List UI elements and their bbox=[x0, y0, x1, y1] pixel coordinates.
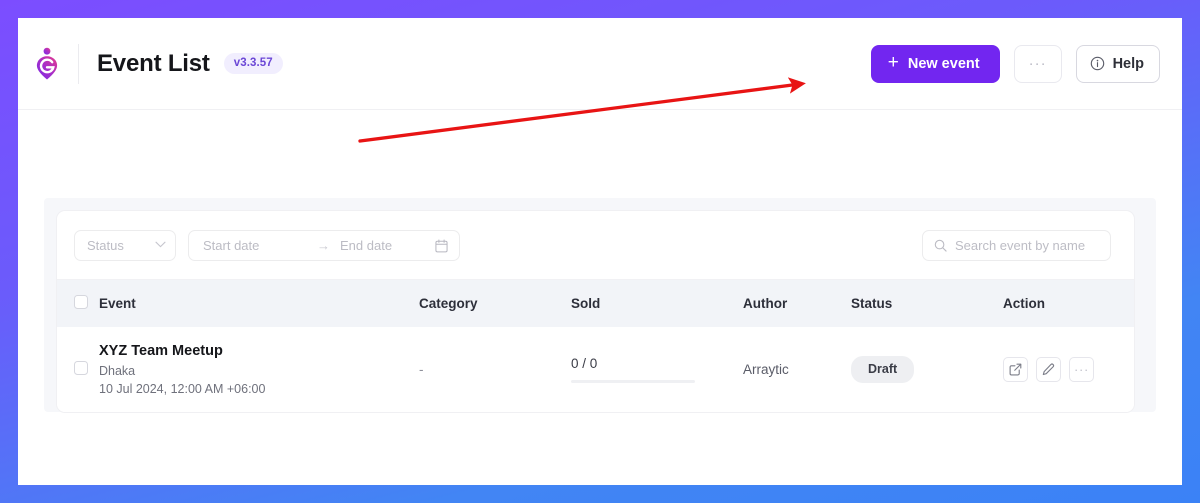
row-status-cell: Draft bbox=[851, 327, 1003, 412]
row-author-cell: Arraytic bbox=[743, 327, 851, 412]
version-badge: v3.3.57 bbox=[223, 53, 283, 74]
more-actions-button[interactable]: ··· bbox=[1069, 357, 1094, 382]
view-event-button[interactable] bbox=[1003, 357, 1028, 382]
action-buttons: ··· bbox=[1003, 357, 1134, 382]
event-list-card: Status Start date → End date Search even… bbox=[56, 210, 1135, 413]
select-all-checkbox[interactable] bbox=[74, 295, 88, 309]
row-checkbox[interactable] bbox=[74, 361, 88, 375]
event-author: Arraytic bbox=[743, 362, 789, 377]
row-category-cell: - bbox=[419, 327, 571, 412]
table-head: Event Category Sold Author Status Action bbox=[57, 280, 1134, 327]
status-badge: Draft bbox=[851, 356, 915, 383]
row-sold-cell: 0 / 0 bbox=[571, 327, 743, 412]
help-button[interactable]: Help bbox=[1075, 44, 1160, 83]
header-sold[interactable]: Sold bbox=[571, 280, 743, 327]
new-event-button[interactable]: + New event bbox=[870, 44, 1000, 83]
plus-icon: + bbox=[887, 52, 899, 73]
header-more-button[interactable]: ··· bbox=[1013, 44, 1062, 83]
search-input[interactable]: Search event by name bbox=[922, 230, 1111, 261]
brand-block: Event List v3.3.57 bbox=[18, 18, 283, 109]
row-select-cell bbox=[57, 327, 99, 412]
status-filter-select[interactable]: Status bbox=[74, 230, 176, 261]
event-category: - bbox=[419, 362, 424, 377]
event-table: Event Category Sold Author Status Action bbox=[57, 280, 1134, 412]
external-link-icon bbox=[1009, 363, 1022, 376]
ellipsis-icon: ··· bbox=[1028, 54, 1047, 72]
date-range-picker[interactable]: Start date → End date bbox=[188, 230, 460, 261]
status-filter-label: Status bbox=[87, 238, 124, 253]
sold-progress-bar bbox=[571, 380, 695, 383]
row-event-cell: XYZ Team Meetup Dhaka 10 Jul 2024, 12:00… bbox=[99, 327, 419, 412]
row-action-cell: ··· bbox=[1003, 327, 1134, 412]
app-window: Event List v3.3.57 + New event ··· Help … bbox=[18, 18, 1182, 485]
content-area: Status Start date → End date Search even… bbox=[18, 110, 1182, 485]
range-separator: → bbox=[317, 238, 330, 253]
header-actions: + New event ··· Help bbox=[870, 44, 1160, 83]
table-row[interactable]: XYZ Team Meetup Dhaka 10 Jul 2024, 12:00… bbox=[57, 327, 1134, 412]
page-title: Event List bbox=[97, 49, 210, 77]
table-body: XYZ Team Meetup Dhaka 10 Jul 2024, 12:00… bbox=[57, 327, 1134, 412]
event-location: Dhaka bbox=[99, 364, 136, 378]
calendar-icon bbox=[435, 238, 448, 253]
ellipsis-icon: ··· bbox=[1073, 361, 1090, 377]
header-action: Action bbox=[1003, 280, 1134, 327]
header-event[interactable]: Event bbox=[99, 280, 419, 327]
header-select-all bbox=[57, 280, 99, 327]
header-category[interactable]: Category bbox=[419, 280, 571, 327]
header-author[interactable]: Author bbox=[743, 280, 851, 327]
filter-toolbar: Status Start date → End date Search even… bbox=[57, 211, 1134, 280]
edit-event-button[interactable] bbox=[1036, 357, 1061, 382]
search-placeholder: Search event by name bbox=[955, 238, 1086, 253]
pencil-edit-icon bbox=[1042, 363, 1055, 376]
brand-divider bbox=[78, 43, 79, 84]
info-circle-icon bbox=[1090, 56, 1105, 71]
start-date-input[interactable]: Start date bbox=[203, 238, 315, 253]
chevron-down-icon bbox=[155, 241, 166, 251]
arraytics-pin-logo-icon bbox=[32, 47, 62, 81]
table-header-row: Event Category Sold Author Status Action bbox=[57, 280, 1134, 327]
event-name[interactable]: XYZ Team Meetup bbox=[99, 343, 419, 359]
help-label: Help bbox=[1112, 55, 1144, 72]
new-event-label: New event bbox=[907, 55, 980, 72]
app-header: Event List v3.3.57 + New event ··· Help bbox=[18, 18, 1182, 110]
search-icon bbox=[934, 239, 947, 252]
end-date-input[interactable]: End date bbox=[340, 238, 435, 253]
sold-count: 0 / 0 bbox=[571, 356, 598, 371]
header-status[interactable]: Status bbox=[851, 280, 1003, 327]
event-datetime: 10 Jul 2024, 12:00 AM +06:00 bbox=[99, 382, 266, 396]
